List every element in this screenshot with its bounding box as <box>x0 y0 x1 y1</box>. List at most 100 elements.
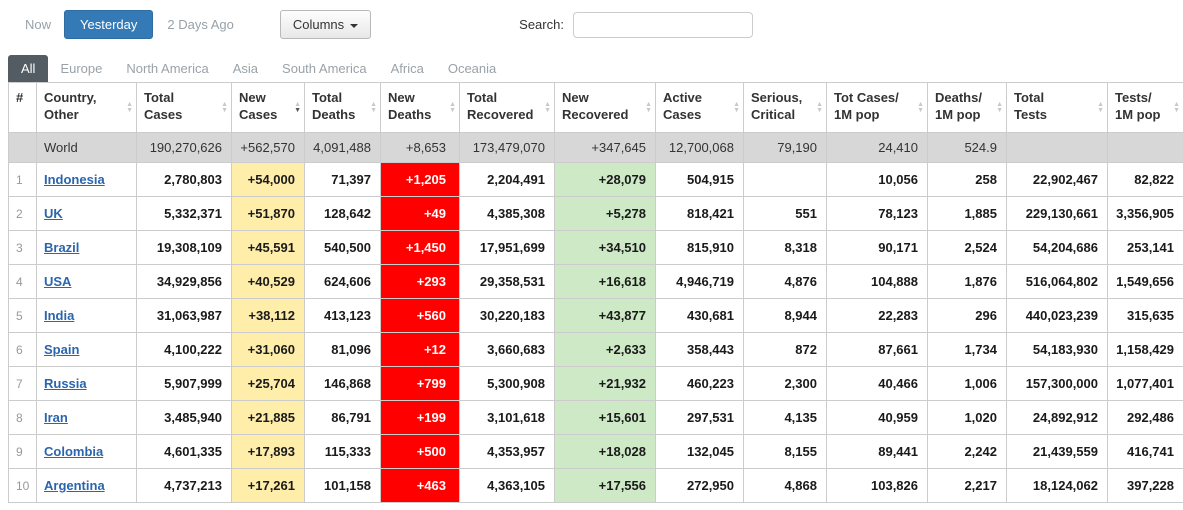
data-cell: +12 <box>381 333 460 367</box>
columns-label: Columns <box>293 17 344 32</box>
tab-north-america[interactable]: North America <box>114 55 220 82</box>
data-cell: +293 <box>381 265 460 299</box>
data-cell: +49 <box>381 197 460 231</box>
country-link[interactable]: Argentina <box>44 478 105 493</box>
country-cell: USA <box>37 265 137 299</box>
data-cell: 4,100,222 <box>137 333 232 367</box>
column-header[interactable]: TotalDeaths▲▼ <box>305 83 381 133</box>
country-link[interactable]: UK <box>44 206 63 221</box>
data-cell: 296 <box>928 299 1007 333</box>
data-cell: 34,929,856 <box>137 265 232 299</box>
data-cell: 4,363,105 <box>460 469 555 503</box>
sort-icon: ▲▼ <box>733 102 740 114</box>
column-header[interactable]: Tot Cases/1M pop▲▼ <box>827 83 928 133</box>
tab-all[interactable]: All <box>8 55 48 82</box>
table-header-row: #Country,Other▲▼TotalCases▲▼NewCases▲▼To… <box>9 83 1183 133</box>
covid-stats-table: #Country,Other▲▼TotalCases▲▼NewCases▲▼To… <box>8 82 1183 503</box>
yesterday-button[interactable]: Yesterday <box>64 10 153 39</box>
country-link[interactable]: India <box>44 308 74 323</box>
column-header[interactable]: NewRecovered▲▼ <box>555 83 656 133</box>
country-link[interactable]: Brazil <box>44 240 79 255</box>
column-header[interactable]: Deaths/1M pop▲▼ <box>928 83 1007 133</box>
data-cell: 2,524 <box>928 231 1007 265</box>
rank-cell: 9 <box>9 435 37 469</box>
data-cell: 71,397 <box>305 163 381 197</box>
now-link[interactable]: Now <box>25 17 51 32</box>
tab-europe[interactable]: Europe <box>48 55 114 82</box>
tab-oceania[interactable]: Oceania <box>436 55 508 82</box>
data-cell: 413,123 <box>305 299 381 333</box>
search-group: Search: <box>519 12 753 38</box>
data-cell: 8,944 <box>744 299 827 333</box>
column-header[interactable]: Tests/1M pop▲▼ <box>1108 83 1183 133</box>
data-cell: 818,421 <box>656 197 744 231</box>
search-input[interactable] <box>573 12 753 38</box>
data-cell: 82,822 <box>1108 163 1183 197</box>
data-cell: 5,907,999 <box>137 367 232 401</box>
sort-icon: ▲▼ <box>221 102 228 114</box>
country-cell: Russia <box>37 367 137 401</box>
rank-cell: 6 <box>9 333 37 367</box>
data-cell: +560 <box>381 299 460 333</box>
country-link[interactable]: Spain <box>44 342 79 357</box>
column-header[interactable]: TotalCases▲▼ <box>137 83 232 133</box>
column-header[interactable]: ActiveCases▲▼ <box>656 83 744 133</box>
time-controls: Now Yesterday 2 Days Ago Columns Search: <box>0 0 1183 41</box>
column-header[interactable]: NewCases▲▼ <box>232 83 305 133</box>
data-cell: +21,932 <box>555 367 656 401</box>
data-cell: 2,217 <box>928 469 1007 503</box>
columns-dropdown-button[interactable]: Columns <box>280 10 371 39</box>
country-cell: World <box>37 133 137 163</box>
table-row: 2UK5,332,371+51,870128,642+494,385,308+5… <box>9 197 1183 231</box>
two-days-ago-link[interactable]: 2 Days Ago <box>167 17 234 32</box>
data-cell: 128,642 <box>305 197 381 231</box>
data-cell: 21,439,559 <box>1007 435 1108 469</box>
country-link[interactable]: Indonesia <box>44 172 105 187</box>
search-label: Search: <box>519 17 564 32</box>
data-cell: 8,155 <box>744 435 827 469</box>
sort-icon: ▲▼ <box>126 102 133 114</box>
data-cell: +28,079 <box>555 163 656 197</box>
data-cell: 4,353,957 <box>460 435 555 469</box>
column-header[interactable]: Country,Other▲▼ <box>37 83 137 133</box>
data-cell: 3,660,683 <box>460 333 555 367</box>
country-link[interactable]: Colombia <box>44 444 103 459</box>
data-cell: +347,645 <box>555 133 656 163</box>
column-header[interactable]: TotalTests▲▼ <box>1007 83 1108 133</box>
data-cell: 1,020 <box>928 401 1007 435</box>
data-cell: 3,485,940 <box>137 401 232 435</box>
column-header[interactable]: Serious,Critical▲▼ <box>744 83 827 133</box>
country-link[interactable]: Iran <box>44 410 68 425</box>
tab-asia[interactable]: Asia <box>221 55 270 82</box>
data-cell: 17,951,699 <box>460 231 555 265</box>
country-cell: Brazil <box>37 231 137 265</box>
data-cell <box>1108 133 1183 163</box>
data-cell: +8,653 <box>381 133 460 163</box>
data-cell: 18,124,062 <box>1007 469 1108 503</box>
sort-icon: ▲▼ <box>370 102 377 114</box>
country-link[interactable]: Russia <box>44 376 87 391</box>
data-cell: 22,902,467 <box>1007 163 1108 197</box>
tab-south-america[interactable]: South America <box>270 55 379 82</box>
country-link[interactable]: USA <box>44 274 71 289</box>
data-cell: 3,101,618 <box>460 401 555 435</box>
data-cell: +43,877 <box>555 299 656 333</box>
data-cell: 190,270,626 <box>137 133 232 163</box>
data-cell: 101,158 <box>305 469 381 503</box>
data-cell: 460,223 <box>656 367 744 401</box>
data-cell: +34,510 <box>555 231 656 265</box>
data-cell: 5,332,371 <box>137 197 232 231</box>
data-cell: 5,300,908 <box>460 367 555 401</box>
data-cell: +17,261 <box>232 469 305 503</box>
sort-icon: ▲▼ <box>1173 102 1180 114</box>
column-header[interactable]: TotalRecovered▲▼ <box>460 83 555 133</box>
data-cell: +25,704 <box>232 367 305 401</box>
continent-tabs: AllEuropeNorth AmericaAsiaSouth AmericaA… <box>0 55 1183 82</box>
column-header[interactable]: NewDeaths▲▼ <box>381 83 460 133</box>
tab-africa[interactable]: Africa <box>379 55 436 82</box>
data-cell: 54,204,686 <box>1007 231 1108 265</box>
country-cell: Argentina <box>37 469 137 503</box>
data-cell: 89,441 <box>827 435 928 469</box>
data-cell: +15,601 <box>555 401 656 435</box>
data-cell: 4,737,213 <box>137 469 232 503</box>
